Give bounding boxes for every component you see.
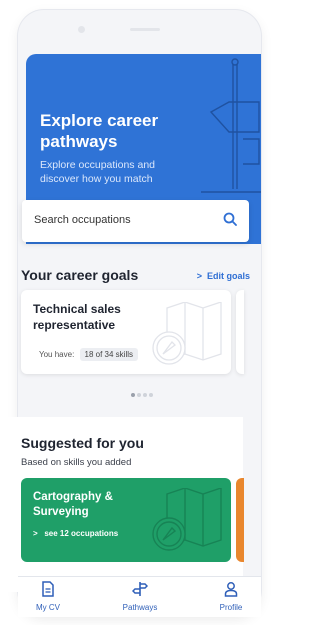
map-compass-illustration-icon: [152, 488, 222, 551]
see-occupations-link[interactable]: > see 12 occupations: [33, 529, 118, 538]
hero-subtitle: Explore occupations and discover how you…: [40, 159, 155, 185]
search-placeholder: Search occupations: [34, 214, 131, 226]
bottom-navigation: My CV Pathways Profile: [18, 576, 261, 617]
edit-goals-link[interactable]: > Edit goals: [197, 271, 250, 281]
suggested-pathway-card[interactable]: Cartography & Surveying > see 12 occupat…: [21, 478, 231, 562]
next-suggested-card-peek[interactable]: [236, 478, 244, 562]
pagination-dot[interactable]: [149, 393, 153, 397]
skills-badge: 18 of 34 skills: [79, 348, 138, 361]
document-icon: [42, 581, 54, 597]
skills-prefix: You have:: [39, 350, 75, 359]
map-compass-illustration-icon: [152, 302, 222, 365]
pagination-dot[interactable]: [143, 393, 147, 397]
suggested-heading: Suggested for you: [21, 435, 144, 451]
nav-label-profile: Profile: [219, 603, 243, 612]
camera-dot: [78, 26, 85, 33]
career-goal-card[interactable]: Technical sales representative You have:…: [21, 290, 231, 374]
goal-skills-match: You have: 18 of 34 skills: [39, 348, 138, 361]
career-goals-heading: Your career goals: [21, 267, 139, 283]
suggested-subtitle: Based on skills you added: [21, 457, 132, 468]
nav-item-pathways[interactable]: Pathways: [110, 581, 170, 612]
person-icon: [224, 582, 238, 597]
carousel-pagination: [131, 384, 155, 402]
nav-item-profile[interactable]: Profile: [201, 581, 261, 612]
nav-item-my-cv[interactable]: My CV: [18, 581, 78, 612]
next-goal-card-peek[interactable]: [236, 290, 244, 374]
chevron-right-icon: >: [33, 529, 38, 538]
pagination-dot[interactable]: [131, 393, 135, 397]
see-occupations-label: see 12 occupations: [44, 529, 119, 538]
suggested-pathway-title: Cartography & Surveying: [33, 491, 113, 518]
edit-goals-label: Edit goals: [206, 271, 250, 281]
signpost-icon: [131, 582, 149, 596]
nav-label-my-cv: My CV: [36, 603, 60, 612]
search-icon[interactable]: [223, 212, 237, 226]
goal-occupation-name: Technical sales representative: [33, 302, 121, 332]
nav-label-pathways: Pathways: [122, 603, 158, 612]
speaker-line: [130, 28, 160, 31]
hero-title: Explore career pathways: [40, 111, 159, 151]
chevron-right-icon: >: [196, 271, 202, 281]
pagination-dot[interactable]: [137, 393, 141, 397]
search-occupations-input[interactable]: Search occupations: [22, 200, 249, 242]
